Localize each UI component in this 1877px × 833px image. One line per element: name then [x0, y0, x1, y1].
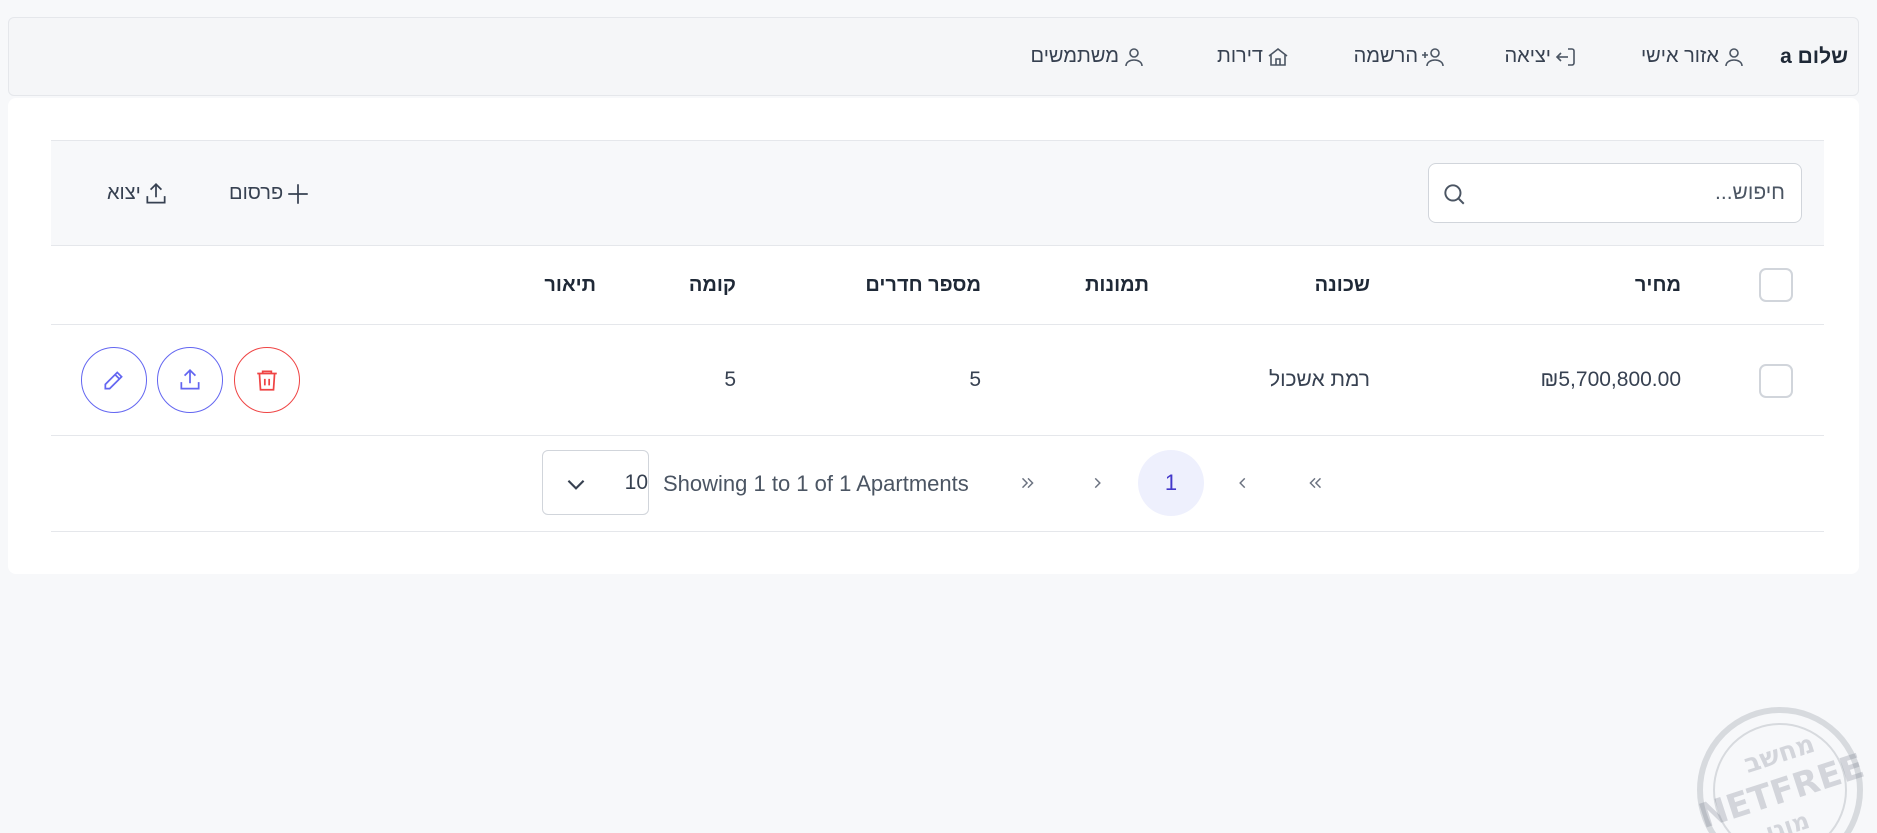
upload-icon: [146, 182, 166, 204]
greeting-text: שלום a: [1780, 44, 1848, 68]
chevron-right-icon: [1094, 477, 1101, 489]
header-images: תמונות: [1085, 274, 1149, 296]
search-icon: [1444, 184, 1465, 205]
search-input[interactable]: [1489, 164, 1785, 222]
showing-text: Showing 1 to 1 of 1 Apartments: [663, 471, 969, 496]
chevron-left-icon: [1239, 477, 1246, 489]
nav-register-label: הרשמה: [1353, 45, 1418, 67]
pagination-bar: 10 Showing 1 to 1 of 1 Apartments 1: [51, 436, 1824, 532]
next-page-button[interactable]: [1065, 450, 1131, 516]
page-size-select[interactable]: 10: [542, 450, 649, 515]
cell-rooms: 5: [969, 368, 981, 391]
trash-icon: [257, 370, 277, 391]
user-icon: [1125, 47, 1143, 66]
netfree-watermark-logo: מחשב NETFREE מוגן: [1694, 707, 1869, 833]
header-neighborhood: שכונה: [1314, 274, 1370, 296]
publish-button-label: פרסום: [229, 182, 284, 204]
nav-users[interactable]: משתמשים: [1031, 18, 1146, 95]
table-toolbar: פרסום יצוא: [51, 140, 1824, 245]
page-size-value: 10: [624, 471, 648, 494]
double-chevron-right-icon: [1021, 477, 1034, 489]
last-page-button[interactable]: [995, 450, 1061, 516]
top-navbar: שלום a אזור אישי יציאה הרשמה דירות משתמש…: [8, 17, 1859, 96]
nav-personal-area[interactable]: אזור אישי: [1641, 18, 1746, 95]
nav-register[interactable]: הרשמה: [1354, 18, 1445, 95]
header-rooms: מספר חדרים: [865, 274, 981, 296]
chevron-down-icon: [567, 479, 585, 490]
upload-icon: [180, 369, 200, 390]
nav-logout[interactable]: יציאה: [1504, 18, 1578, 95]
cell-neighborhood: רמת אשכול: [1268, 368, 1370, 391]
cell-price: ₪5,700,800.00: [1540, 368, 1681, 391]
prev-page-button[interactable]: [1209, 450, 1275, 516]
table-header: מחיר שכונה תמונות מספר חדרים קומה תיאור: [51, 245, 1824, 325]
cell-floor: 5: [724, 368, 736, 391]
nav-apartments[interactable]: דירות: [1217, 18, 1290, 95]
first-page-button[interactable]: [1282, 450, 1348, 516]
table-row: ₪5,700,800.00 רמת אשכול 5 5: [51, 325, 1824, 436]
nav-apartments-label: דירות: [1217, 45, 1263, 67]
header-description: תיאור: [544, 274, 596, 296]
pencil-icon: [104, 371, 123, 390]
export-button[interactable]: יצוא: [107, 141, 169, 246]
header-price: מחיר: [1634, 274, 1681, 296]
logout-icon: [1555, 47, 1575, 66]
nav-personal-area-label: אזור אישי: [1640, 45, 1719, 67]
search-box[interactable]: [1428, 163, 1802, 223]
user-icon: [1725, 47, 1743, 66]
plus-icon: [288, 183, 308, 204]
header-floor: קומה: [688, 274, 736, 296]
select-all-checkbox[interactable]: [1759, 268, 1793, 302]
home-icon: [1268, 47, 1288, 66]
delete-button[interactable]: [234, 347, 300, 413]
nav-users-label: משתמשים: [1030, 45, 1119, 67]
row-checkbox[interactable]: [1759, 364, 1793, 398]
double-chevron-left-icon: [1309, 477, 1322, 489]
upload-button[interactable]: [157, 347, 223, 413]
edit-button[interactable]: [81, 347, 147, 413]
export-button-label: יצוא: [107, 182, 141, 204]
user-plus-icon: [1422, 47, 1444, 66]
apartments-card: פרסום יצוא מחיר שכונה תמונות מספר חדרים …: [8, 98, 1859, 574]
publish-button[interactable]: פרסום: [229, 141, 311, 246]
page-1-button[interactable]: 1: [1138, 450, 1204, 516]
nav-logout-label: יציאה: [1504, 45, 1551, 67]
